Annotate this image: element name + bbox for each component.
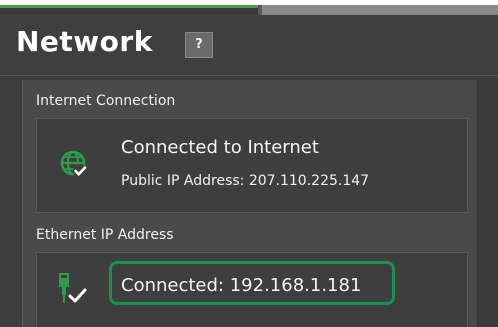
page-header: Network ? [0,15,498,76]
help-button[interactable]: ? [185,32,213,58]
right-margin [477,80,498,327]
ethernet-status: Connected: 192.168.1.181 [121,275,362,296]
ethernet-ip-label: Ethernet IP Address [36,227,174,243]
internet-status: Connected to Internet [121,137,319,158]
tab-inactive[interactable] [262,5,498,15]
internet-connection-card: Connected to Internet Public IP Address:… [36,118,468,213]
globe-check-icon [60,150,87,178]
page-title: Network [16,25,153,58]
ethernet-card: Connected: 192.168.1.181 [36,252,468,327]
tab-strip [0,5,498,15]
ethernet-plug-check-icon [59,273,87,303]
public-ip-address: Public IP Address: 207.110.225.147 [121,173,370,189]
tab-network[interactable] [0,5,258,15]
internet-connection-label: Internet Connection [36,93,176,109]
